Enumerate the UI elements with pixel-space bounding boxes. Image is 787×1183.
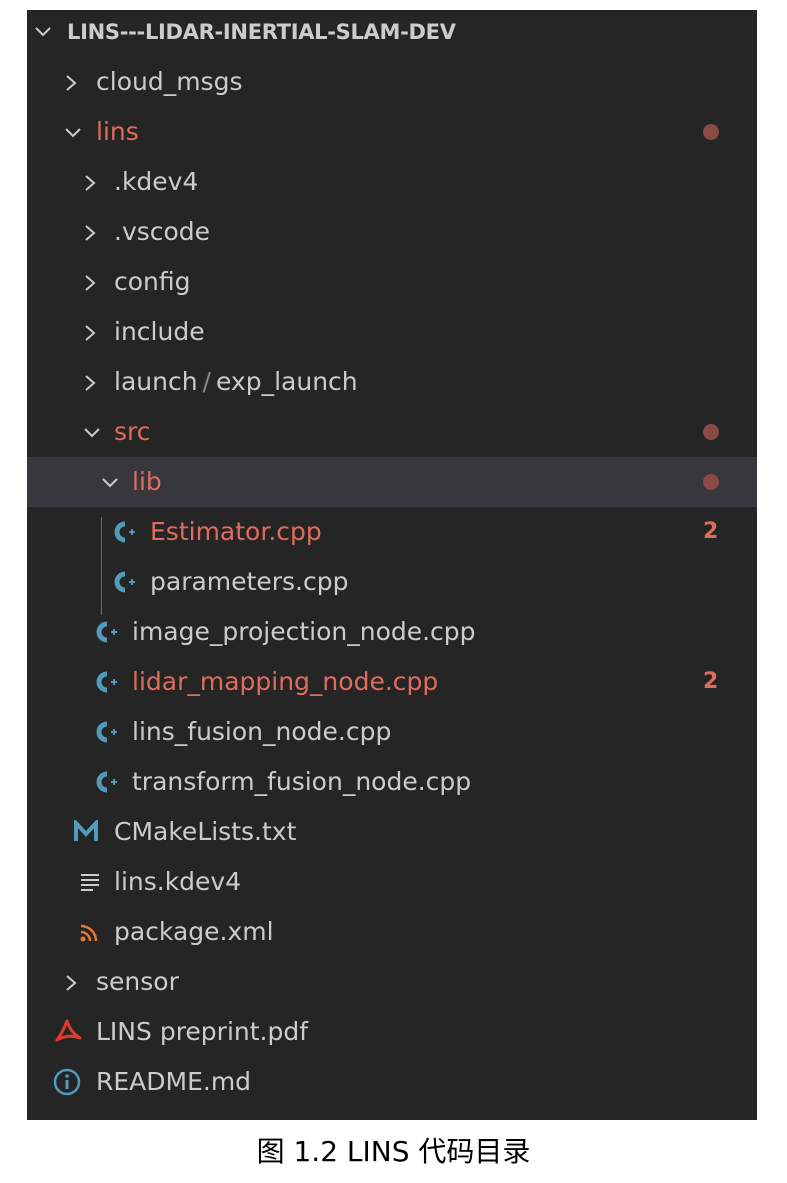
cpp-file-icon [92, 657, 118, 707]
modified-dot-icon [703, 474, 719, 490]
explorer-root-header[interactable]: LINS---LIDAR-INERTIAL-SLAM-DEV [27, 10, 757, 54]
cpp-file-icon [110, 507, 136, 557]
folder-row-kdev4[interactable]: .kdev4 [27, 157, 757, 207]
file-row-lidar-mapping-node[interactable]: lidar_mapping_node.cpp 2 [27, 657, 757, 707]
file-row-parameters-cpp[interactable]: parameters.cpp [27, 557, 757, 607]
file-label: package.xml [114, 917, 274, 946]
cpp-file-icon [92, 607, 118, 657]
file-label: transform_fusion_node.cpp [132, 767, 472, 796]
chevron-right-icon [61, 957, 83, 1007]
text-file-icon [79, 857, 105, 907]
chevron-right-icon [80, 257, 102, 307]
info-icon [53, 1057, 81, 1107]
file-row-transform-fusion-node[interactable]: transform_fusion_node.cpp [27, 757, 757, 807]
folder-row-config[interactable]: config [27, 257, 757, 307]
file-label: lins.kdev4 [114, 867, 242, 896]
folder-label: .vscode [114, 217, 211, 246]
file-row-lins-fusion-node[interactable]: lins_fusion_node.cpp [27, 707, 757, 757]
file-row-image-projection-node[interactable]: image_projection_node.cpp [27, 607, 757, 657]
file-row-lins-preprint-pdf[interactable]: LINS preprint.pdf [27, 1007, 757, 1057]
folder-row-src[interactable]: src [27, 407, 757, 457]
cmake-file-icon [73, 807, 99, 857]
modified-dot-icon [703, 124, 719, 140]
folder-segment-exp-launch[interactable]: exp_launch [216, 367, 358, 396]
figure-caption: 图 1.2 LINS 代码目录 [256, 1135, 531, 1168]
folder-label: config [114, 267, 191, 296]
chevron-down-icon [61, 107, 83, 157]
modified-dot-icon [703, 424, 719, 440]
folder-label: cloud_msgs [96, 67, 243, 96]
file-row-estimator-cpp[interactable]: Estimator.cpp 2 [27, 507, 757, 557]
file-row-package-xml[interactable]: package.xml [27, 907, 757, 957]
folder-row-lib[interactable]: lib [27, 457, 757, 507]
chevron-down-icon [98, 457, 120, 507]
cpp-file-icon [110, 557, 136, 607]
problem-count-badge: 2 [703, 669, 719, 694]
compact-folder-label: launch / exp_launch [114, 357, 358, 407]
folder-row-lins[interactable]: lins [27, 107, 757, 157]
root-folder-label: LINS---LIDAR-INERTIAL-SLAM-DEV [67, 20, 456, 44]
problem-count-badge: 2 [703, 519, 719, 544]
folder-label: include [114, 317, 205, 346]
file-label: lins_fusion_node.cpp [132, 717, 392, 746]
file-label: image_projection_node.cpp [132, 617, 476, 646]
file-label: Estimator.cpp [150, 517, 322, 546]
folder-label: lins [96, 117, 139, 146]
path-separator: / [202, 367, 211, 396]
pdf-icon [54, 1007, 82, 1057]
file-label: CMakeLists.txt [114, 817, 297, 846]
file-row-cmakelists[interactable]: CMakeLists.txt [27, 807, 757, 857]
file-label: lidar_mapping_node.cpp [132, 667, 439, 696]
chevron-right-icon [80, 157, 102, 207]
file-label: LINS preprint.pdf [96, 1017, 309, 1046]
chevron-down-icon [80, 407, 102, 457]
chevron-right-icon [80, 307, 102, 357]
folder-segment-launch[interactable]: launch [114, 367, 198, 396]
chevron-down-icon [31, 10, 53, 54]
file-row-lins-kdev4[interactable]: lins.kdev4 [27, 857, 757, 907]
folder-row-sensor[interactable]: sensor [27, 957, 757, 1007]
file-label: README.md [96, 1067, 252, 1096]
folder-row-cloud-msgs[interactable]: cloud_msgs [27, 57, 757, 107]
folder-row-vscode[interactable]: .vscode [27, 207, 757, 257]
folder-label: sensor [96, 967, 179, 996]
cpp-file-icon [92, 757, 118, 807]
file-label: parameters.cpp [150, 567, 349, 596]
file-row-readme[interactable]: README.md [27, 1057, 757, 1107]
rss-xml-icon [79, 907, 105, 957]
folder-label: lib [132, 467, 162, 496]
chevron-right-icon [80, 207, 102, 257]
folder-row-launch[interactable]: launch / exp_launch [27, 357, 757, 407]
folder-label: src [114, 417, 151, 446]
folder-label: .kdev4 [114, 167, 199, 196]
folder-row-include[interactable]: include [27, 307, 757, 357]
cpp-file-icon [92, 707, 118, 757]
chevron-right-icon [61, 57, 83, 107]
chevron-right-icon [80, 357, 102, 407]
file-explorer: LINS---LIDAR-INERTIAL-SLAM-DEV cloud_msg… [27, 10, 757, 1120]
